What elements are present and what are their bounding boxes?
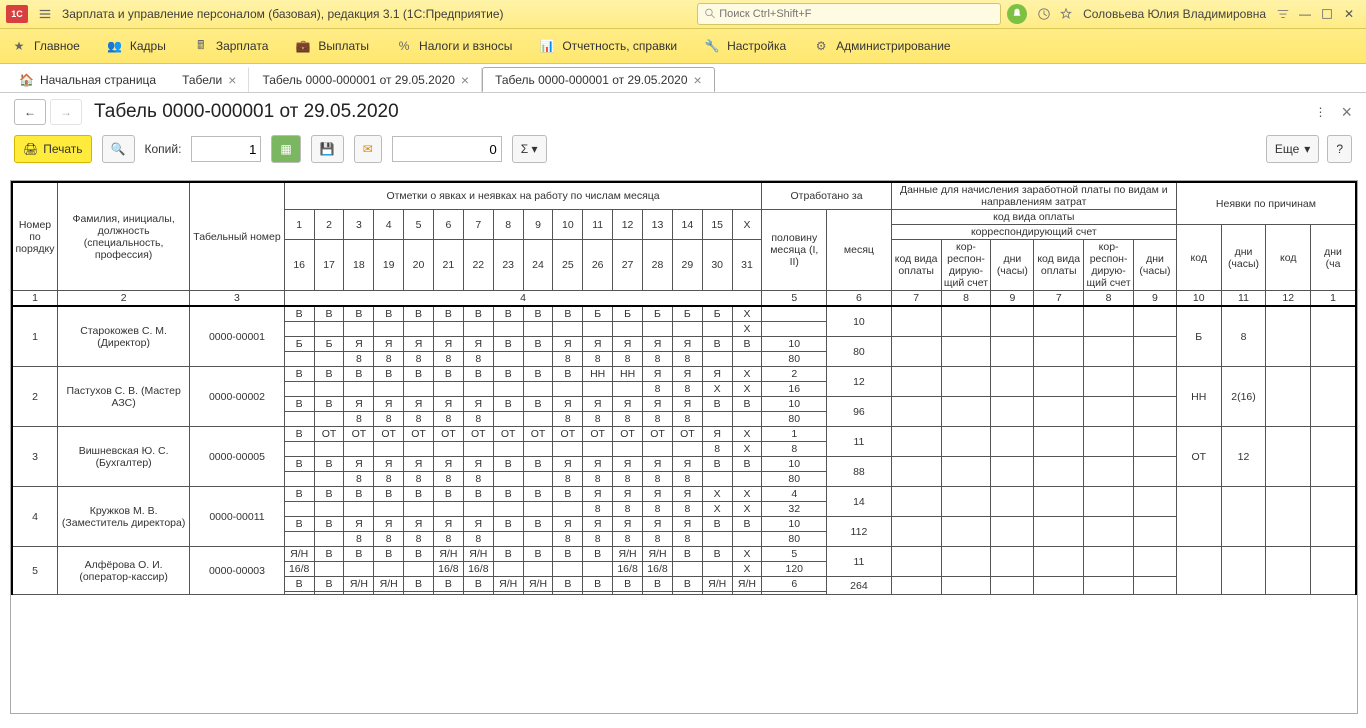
- emp-fio: Алфёрова О. И. (оператор-кассир): [57, 547, 189, 595]
- settings-icon[interactable]: [1272, 3, 1294, 25]
- menu-icon[interactable]: [34, 3, 56, 25]
- menu-zarplata[interactable]: 🖩Зарплата: [192, 37, 269, 55]
- grid-button[interactable]: ▦: [271, 135, 300, 163]
- hdr-datazp: Данные для начисления заработной платы п…: [891, 182, 1176, 210]
- menu-kadry[interactable]: 👥Кадры: [106, 37, 166, 55]
- menu-otchet[interactable]: 📊Отчетность, справки: [538, 37, 677, 55]
- more-button[interactable]: Еще ▾: [1266, 135, 1319, 163]
- toolbar: 🖨 Печать 🔍 Копий: ▦ 💾 ✉ Σ ▾ Еще ▾ ?: [0, 131, 1366, 167]
- main-menu: ★Главное 👥Кадры 🖩Зарплата 💼Выплаты %Нало…: [0, 29, 1366, 64]
- mail-button[interactable]: ✉: [354, 135, 382, 163]
- tab-tabeli[interactable]: Табели×: [169, 67, 249, 92]
- maximize-icon[interactable]: [1316, 3, 1338, 25]
- print-button[interactable]: 🖨 Печать: [14, 135, 92, 163]
- close-icon[interactable]: ×: [694, 72, 702, 88]
- hdr-half: половину месяца (I, II): [762, 210, 827, 291]
- emp-num: 5: [12, 547, 57, 595]
- emp-tabnum: 0000-00005: [190, 427, 284, 487]
- hdr-corr: корреспондирующий счет: [891, 225, 1176, 240]
- bell-icon[interactable]: [1007, 4, 1027, 24]
- tab-doc2-active[interactable]: Табель 0000-000001 от 29.05.2020×: [482, 67, 715, 92]
- more-menu-icon[interactable]: ⋮: [1309, 101, 1331, 123]
- star-icon[interactable]: [1055, 3, 1077, 25]
- close-icon[interactable]: ×: [461, 72, 469, 88]
- table-wrap[interactable]: Номер по порядкуФамилия, инициалы, должн…: [10, 180, 1358, 714]
- menu-main[interactable]: ★Главное: [10, 37, 80, 55]
- menu-nalogi[interactable]: %Налоги и взносы: [395, 37, 512, 55]
- title-bar: 1C Зарплата и управление персоналом (баз…: [0, 0, 1366, 29]
- emp-tabnum: 0000-00002: [190, 367, 284, 427]
- help-button[interactable]: ?: [1327, 135, 1352, 163]
- hdr-abs: Неявки по причинам: [1176, 182, 1356, 225]
- menu-admin[interactable]: ⚙Администрирование: [812, 37, 950, 55]
- search-input[interactable]: [717, 7, 994, 21]
- emp-num: 4: [12, 487, 57, 547]
- menu-vyplaty[interactable]: 💼Выплаты: [294, 37, 369, 55]
- tab-home[interactable]: 🏠 Начальная страница: [6, 67, 169, 92]
- emp-fio: Вишневская Ю. С. (Бухгалтер): [57, 427, 189, 487]
- hdr-month: месяц: [827, 210, 892, 291]
- app-title: Зарплата и управление персоналом (базова…: [62, 7, 504, 21]
- emp-fio: Кружков М. В. (Заместитель директора): [57, 487, 189, 547]
- search-box[interactable]: [697, 3, 1001, 25]
- forward-button[interactable]: →: [50, 99, 82, 125]
- sigma-button[interactable]: Σ ▾: [512, 135, 547, 163]
- hdr-worked: Отработано за: [762, 182, 891, 210]
- hdr-tabnum: Табельный номер: [190, 182, 284, 291]
- form-header: ← → Табель 0000-000001 от 29.05.2020 ⋮ ×: [0, 93, 1366, 131]
- save-button[interactable]: 💾: [311, 135, 344, 163]
- emp-tabnum: 0000-00011: [190, 487, 284, 547]
- menu-nastroika[interactable]: 🔧Настройка: [703, 37, 786, 55]
- hdr-kodvida: код вида оплаты: [891, 210, 1176, 225]
- tab-doc1[interactable]: Табель 0000-000001 от 29.05.2020×: [249, 67, 482, 92]
- copies-input[interactable]: [191, 136, 261, 162]
- preview-button[interactable]: 🔍: [102, 135, 135, 163]
- minimize-icon[interactable]: —: [1294, 3, 1316, 25]
- emp-fio: Пастухов С. В. (Мастер АЗС): [57, 367, 189, 427]
- back-button[interactable]: ←: [14, 99, 46, 125]
- emp-num: 1: [12, 306, 57, 367]
- emp-tabnum: 0000-00001: [190, 306, 284, 367]
- close-window-icon[interactable]: ✕: [1338, 3, 1360, 25]
- app-logo: 1C: [6, 5, 28, 23]
- sum-input[interactable]: [392, 136, 502, 162]
- emp-num: 3: [12, 427, 57, 487]
- timesheet-table: Номер по порядкуФамилия, инициалы, должн…: [11, 181, 1357, 595]
- close-icon[interactable]: ×: [228, 72, 236, 88]
- user-name[interactable]: Соловьева Юлия Владимировна: [1083, 7, 1266, 21]
- emp-num: 2: [12, 367, 57, 427]
- history-icon[interactable]: [1033, 3, 1055, 25]
- emp-tabnum: 0000-00003: [190, 547, 284, 595]
- hdr-marks: Отметки о явках и неявках на работу по ч…: [284, 182, 762, 210]
- form-title: Табель 0000-000001 от 29.05.2020: [94, 101, 399, 123]
- copies-label: Копий:: [145, 142, 182, 156]
- emp-fio: Старокожев С. М. (Директор): [57, 306, 189, 367]
- tabs-bar: 🏠 Начальная страница Табели× Табель 0000…: [0, 64, 1366, 93]
- hdr-num: Номер по порядку: [12, 182, 57, 291]
- close-form-icon[interactable]: ×: [1341, 102, 1352, 123]
- hdr-fio: Фамилия, инициалы, должность (специально…: [57, 182, 189, 291]
